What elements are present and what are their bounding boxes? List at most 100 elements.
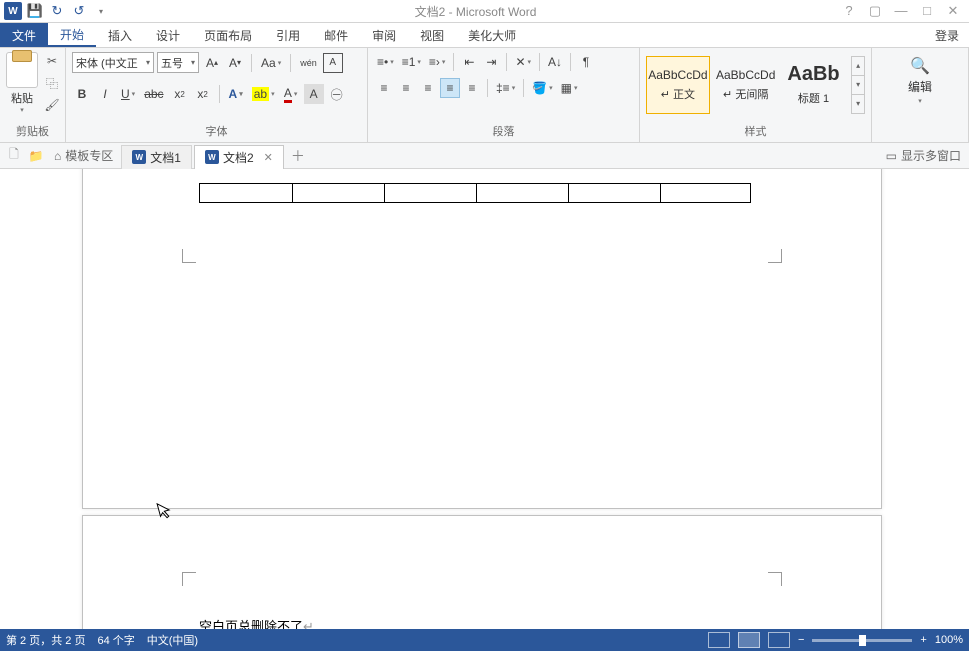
line-spacing-icon[interactable]: ‡≡ bbox=[493, 78, 518, 98]
text-effects-icon[interactable]: A bbox=[226, 84, 246, 104]
cut-icon[interactable]: ✂ bbox=[42, 52, 62, 70]
bold-icon[interactable]: B bbox=[72, 84, 92, 104]
show-marks-icon[interactable]: ¶ bbox=[576, 52, 596, 72]
status-page[interactable]: 第 2 页，共 2 页 bbox=[6, 632, 85, 648]
document-text[interactable]: 空白页总删除不了↵ bbox=[199, 616, 314, 629]
qat-customize-icon[interactable]: ▾ bbox=[92, 2, 110, 20]
multilevel-list-icon[interactable]: ≡› bbox=[426, 52, 449, 72]
open-folder-icon[interactable]: 📁 bbox=[26, 146, 46, 166]
strikethrough-icon[interactable]: abc bbox=[141, 84, 166, 104]
style-gallery-scroll[interactable]: ▴ ▾ ▾ bbox=[851, 56, 865, 114]
tab-file[interactable]: 文件 bbox=[0, 23, 48, 47]
show-multi-window[interactable]: ▭ 显示多窗口 bbox=[886, 147, 965, 164]
style-expand-icon[interactable]: ▾ bbox=[852, 95, 864, 113]
borders-icon[interactable]: ▦ bbox=[558, 78, 581, 98]
doc-tab-1[interactable]: W 文档1 bbox=[121, 145, 192, 169]
format-painter-icon[interactable]: 🖌 bbox=[42, 96, 62, 114]
align-distribute-icon[interactable]: ≡ bbox=[462, 78, 482, 98]
group-editing-label bbox=[872, 125, 968, 142]
page-2[interactable]: 空白页总删除不了↵ bbox=[82, 515, 882, 629]
tab-design[interactable]: 设计 bbox=[144, 23, 192, 47]
margin-corner-icon bbox=[182, 249, 196, 263]
subscript-icon[interactable]: x2 bbox=[170, 84, 190, 104]
window-controls: ? ▢ — □ ✕ bbox=[841, 3, 969, 19]
tab-home[interactable]: 开始 bbox=[48, 23, 96, 47]
style-scroll-up-icon[interactable]: ▴ bbox=[852, 57, 864, 76]
bullets-icon[interactable]: ≡• bbox=[374, 52, 397, 72]
table-fragment[interactable] bbox=[199, 183, 751, 203]
paste-button[interactable]: 粘贴 ▾ bbox=[6, 52, 38, 114]
zoom-slider[interactable] bbox=[812, 639, 912, 642]
minimize-icon[interactable]: — bbox=[893, 3, 909, 19]
decrease-indent-icon[interactable]: ⇤ bbox=[459, 52, 479, 72]
italic-icon[interactable]: I bbox=[95, 84, 115, 104]
tab-beautify[interactable]: 美化大师 bbox=[456, 23, 528, 47]
enclose-char-icon[interactable]: ㊀ bbox=[327, 84, 347, 104]
page-1[interactable] bbox=[82, 169, 882, 509]
editing-label: 编辑 bbox=[908, 78, 932, 95]
highlight-icon[interactable]: ab bbox=[249, 84, 278, 104]
add-tab-button[interactable]: ＋ bbox=[286, 144, 310, 168]
status-word-count[interactable]: 64 个字 bbox=[97, 632, 134, 648]
window-title: 文档2 - Microsoft Word bbox=[110, 3, 841, 20]
style-nospacing[interactable]: AaBbCcDd ↵ 无间隔 bbox=[714, 56, 778, 114]
tab-mailings[interactable]: 邮件 bbox=[312, 23, 360, 47]
document-area[interactable]: 空白页总删除不了↵ bbox=[0, 169, 969, 629]
tab-references[interactable]: 引用 bbox=[264, 23, 312, 47]
status-language[interactable]: 中文(中国) bbox=[147, 632, 198, 648]
tab-close-icon[interactable]: ✕ bbox=[264, 151, 273, 164]
title-bar: W 💾 ↻ ↺ ▾ 文档2 - Microsoft Word ? ▢ — □ ✕ bbox=[0, 0, 969, 23]
copy-icon[interactable]: ⿻ bbox=[42, 74, 62, 92]
shading-icon[interactable]: 🪣 bbox=[529, 78, 555, 98]
align-justify-icon[interactable]: ≡ bbox=[440, 78, 460, 98]
underline-icon[interactable]: U bbox=[118, 84, 138, 104]
style-normal[interactable]: AaBbCcDd ↵ 正文 bbox=[646, 56, 710, 114]
tab-view[interactable]: 视图 bbox=[408, 23, 456, 47]
shrink-font-icon[interactable]: A▾ bbox=[225, 53, 245, 73]
view-print-icon[interactable] bbox=[738, 632, 760, 648]
redo-icon[interactable]: ↻ bbox=[48, 2, 66, 20]
find-button[interactable]: 🔍 编辑 ▾ bbox=[899, 52, 941, 105]
doc-tab-2[interactable]: W 文档2 ✕ bbox=[194, 145, 284, 169]
maximize-icon[interactable]: □ bbox=[919, 3, 935, 19]
save-icon[interactable]: 💾 bbox=[26, 2, 44, 20]
tab-insert[interactable]: 插入 bbox=[96, 23, 144, 47]
style-heading1[interactable]: AaBb 标题 1 bbox=[782, 56, 846, 114]
char-shading-icon[interactable]: A bbox=[304, 84, 324, 104]
numbering-icon[interactable]: ≡1 bbox=[399, 52, 424, 72]
undo-icon[interactable]: ↺ bbox=[70, 2, 88, 20]
close-icon[interactable]: ✕ bbox=[945, 3, 961, 19]
font-name-combo[interactable]: 宋体 (中文正▾ bbox=[72, 52, 154, 73]
help-icon[interactable]: ? bbox=[841, 3, 857, 19]
zoom-level[interactable]: 100% bbox=[935, 634, 963, 646]
align-right-icon[interactable]: ≡ bbox=[418, 78, 438, 98]
zoom-in-icon[interactable]: + bbox=[920, 634, 926, 646]
group-clipboard: 粘贴 ▾ ✂ ⿻ 🖌 剪贴板 bbox=[0, 48, 66, 142]
ribbon: 粘贴 ▾ ✂ ⿻ 🖌 剪贴板 宋体 (中文正▾ 五号▾ A▴ A▾ Aa wén bbox=[0, 48, 969, 143]
grow-font-icon[interactable]: A▴ bbox=[202, 53, 222, 73]
phonetic-guide-icon[interactable]: wén bbox=[297, 53, 320, 73]
font-size-combo[interactable]: 五号▾ bbox=[157, 52, 199, 73]
view-web-icon[interactable] bbox=[768, 632, 790, 648]
asian-layout-icon[interactable]: ✕ bbox=[512, 52, 534, 72]
sort-icon[interactable]: A↓ bbox=[545, 52, 565, 72]
style-name: ↵ 正文 bbox=[661, 86, 695, 102]
template-area-button[interactable]: ⌂ 模板专区 bbox=[48, 147, 119, 164]
view-read-icon[interactable] bbox=[708, 632, 730, 648]
character-border-icon[interactable]: A bbox=[323, 53, 343, 73]
multi-window-label: 显示多窗口 bbox=[901, 147, 961, 164]
align-center-icon[interactable]: ≡ bbox=[396, 78, 416, 98]
ribbon-collapse-icon[interactable]: ▢ bbox=[867, 3, 883, 19]
increase-indent-icon[interactable]: ⇥ bbox=[481, 52, 501, 72]
login-link[interactable]: 登录 bbox=[925, 23, 969, 47]
change-case-icon[interactable]: Aa bbox=[258, 53, 284, 73]
align-left-icon[interactable]: ≡ bbox=[374, 78, 394, 98]
style-scroll-down-icon[interactable]: ▾ bbox=[852, 76, 864, 95]
tab-layout[interactable]: 页面布局 bbox=[192, 23, 264, 47]
new-doc-icon[interactable]: 🗋 bbox=[4, 146, 24, 166]
font-color-icon[interactable]: A bbox=[281, 84, 301, 104]
zoom-out-icon[interactable]: − bbox=[798, 634, 804, 646]
tab-review[interactable]: 审阅 bbox=[360, 23, 408, 47]
superscript-icon[interactable]: x2 bbox=[193, 84, 213, 104]
zoom-slider-thumb[interactable] bbox=[859, 635, 866, 646]
